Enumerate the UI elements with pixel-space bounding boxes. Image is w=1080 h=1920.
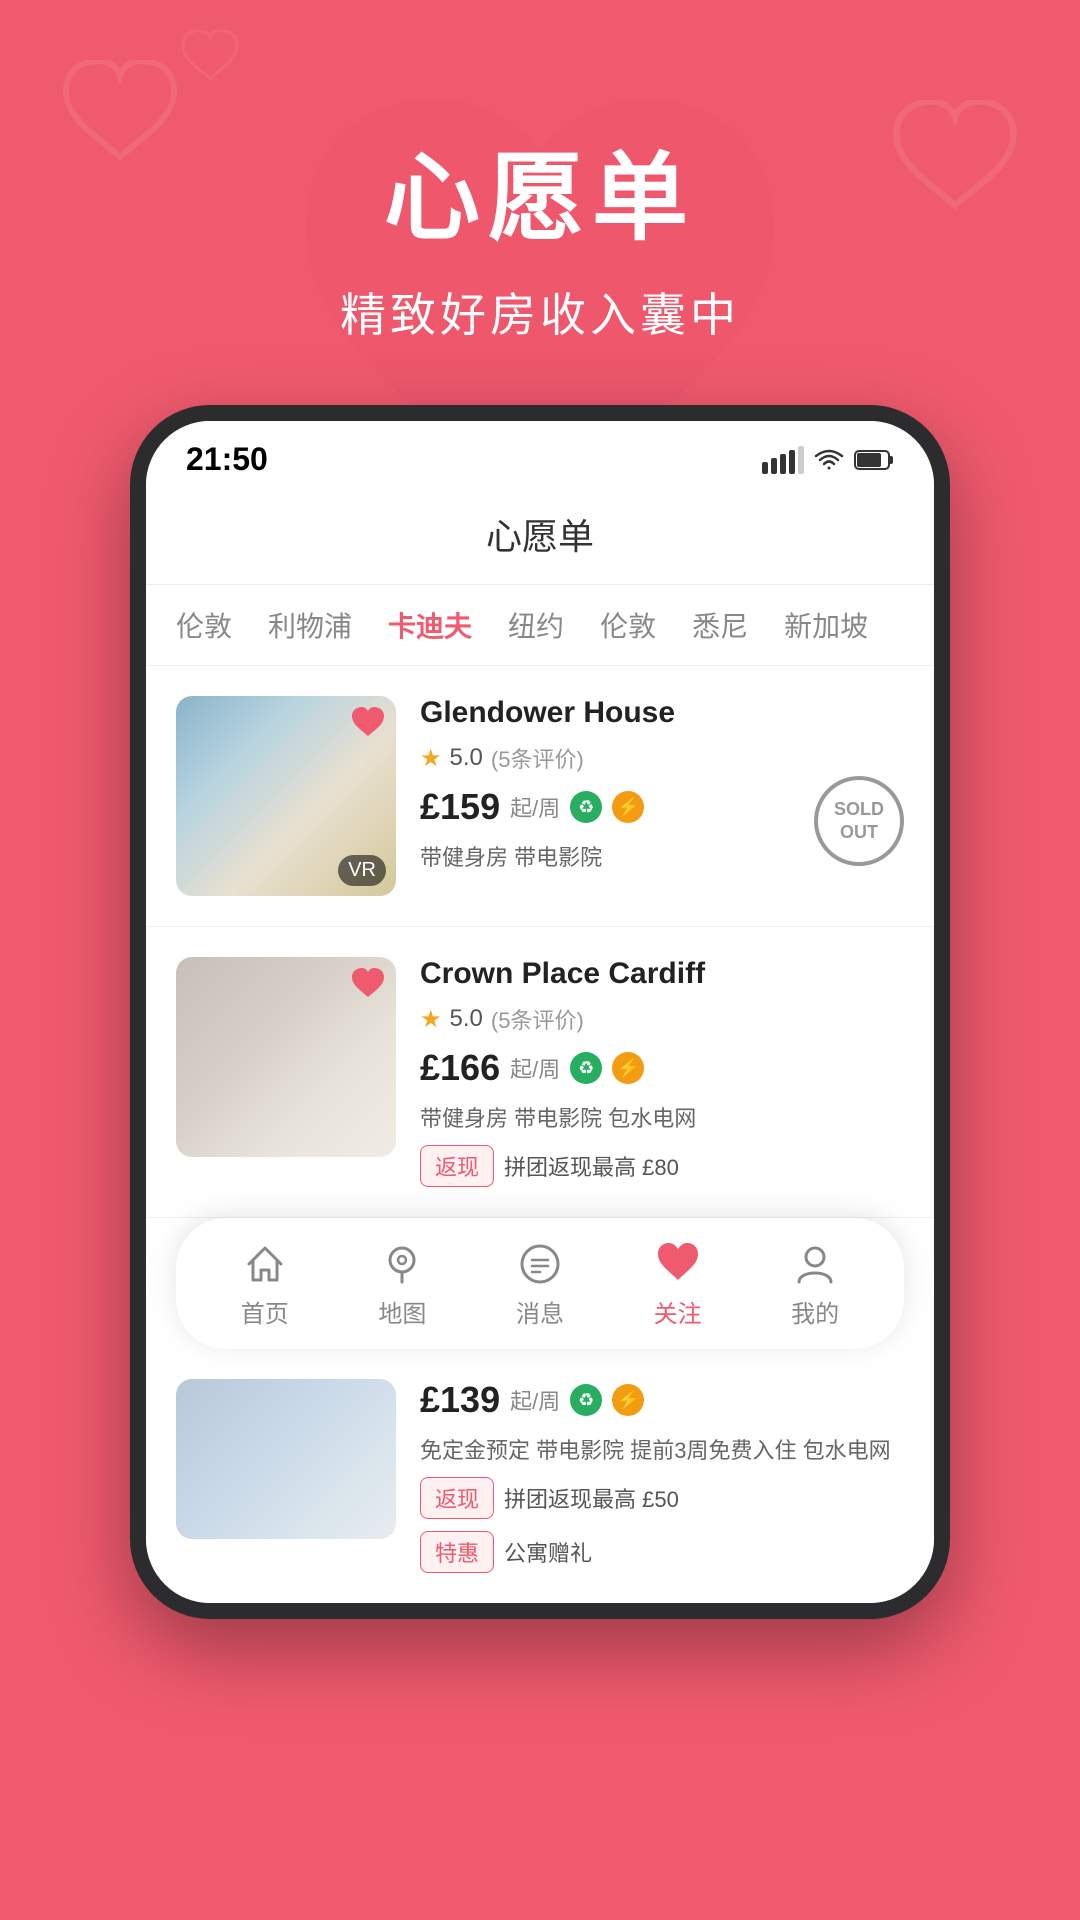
user-icon: [793, 1242, 837, 1286]
nav-label-wishlist: 关注: [654, 1294, 702, 1329]
tab-london1[interactable]: 伦敦: [176, 605, 232, 645]
listing-tags-3b: 特惠 公寓赠礼: [420, 1531, 904, 1573]
listing-features-3: 免定金预定 带电影院 提前3周免费入住 包水电网: [420, 1433, 904, 1465]
special-text-3: 公寓赠礼: [504, 1536, 592, 1568]
map-icon: [380, 1242, 424, 1286]
star-icon-2: ★: [420, 1005, 442, 1034]
price-main-2: £166: [420, 1047, 500, 1089]
sold-out-text: SOLDOUT: [834, 798, 884, 845]
status-time: 21:50: [186, 441, 268, 478]
nav-item-message[interactable]: 消息: [516, 1242, 564, 1329]
listing-tags-2: 返现 拼团返现最高 £80: [420, 1145, 904, 1187]
cashback-tag-3: 返现: [420, 1477, 494, 1519]
bottom-nav-bar: 首页 地图 消息: [176, 1218, 904, 1349]
sold-out-stamp: SOLDOUT: [814, 776, 904, 866]
battery-icon: [854, 449, 894, 471]
listing-card-3[interactable]: £139 起/周 ♻ ⚡ 免定金预定 带电影院 提前3周免费入住 包水电网 返现…: [146, 1349, 934, 1603]
phone-screen: 21:50: [130, 405, 950, 1619]
eco-icon-3: ♻: [570, 1384, 602, 1416]
hero-title: 心愿单: [0, 120, 1080, 259]
phone-mockup: 21:50: [130, 405, 950, 1619]
flash-icon-1: ⚡: [612, 791, 644, 823]
page-title: 心愿单: [486, 516, 594, 557]
listing-info-3: £139 起/周 ♻ ⚡ 免定金预定 带电影院 提前3周免费入住 包水电网 返现…: [420, 1379, 904, 1573]
listing-rating-2: ★ 5.0 (5条评价): [420, 1003, 904, 1035]
nav-label-home: 首页: [241, 1294, 289, 1329]
nav-item-profile[interactable]: 我的: [791, 1242, 839, 1329]
nav-label-profile: 我的: [791, 1294, 839, 1329]
listing-image-1: VR: [176, 696, 396, 896]
signal-icon: [762, 446, 804, 474]
listing-card-2[interactable]: Crown Place Cardiff ★ 5.0 (5条评价) £166 起/…: [146, 927, 934, 1218]
price-unit-2: 起/周: [510, 1052, 560, 1084]
tab-sydney[interactable]: 悉尼: [692, 605, 748, 645]
cashback-tag-2: 返现: [420, 1145, 494, 1187]
hero-subtitle: 精致好房收入囊中: [0, 279, 1080, 345]
rating-count-2: (5条评价): [491, 1003, 584, 1035]
tab-liverpool[interactable]: 利物浦: [268, 605, 352, 645]
listing-image-2: [176, 957, 396, 1157]
listing-name-1: Glendower House: [420, 696, 904, 730]
tab-london2[interactable]: 伦敦: [600, 605, 656, 645]
tabs-row[interactable]: 伦敦 利物浦 卡迪夫 纽约 伦敦 悉尼 新加坡: [146, 585, 934, 666]
tab-newyork[interactable]: 纽约: [508, 605, 564, 645]
rating-score-2: 5.0: [450, 1005, 483, 1033]
tab-cardiff[interactable]: 卡迪夫: [388, 605, 472, 645]
listing-image-3: [176, 1379, 396, 1539]
listing-price-3: £139 起/周 ♻ ⚡: [420, 1379, 904, 1421]
wishlist-heart-1[interactable]: [350, 706, 386, 749]
nav-item-wishlist[interactable]: 关注: [654, 1242, 702, 1329]
price-main-1: £159: [420, 786, 500, 828]
status-bar: 21:50: [146, 421, 934, 488]
nav-header: 心愿单: [146, 488, 934, 585]
hero-section: 心愿单 精致好房收入囊中: [0, 0, 1080, 345]
listing-price-2: £166 起/周 ♻ ⚡: [420, 1047, 904, 1089]
listing-features-2: 带健身房 带电影院 包水电网: [420, 1101, 904, 1133]
flash-icon-2: ⚡: [612, 1052, 644, 1084]
wishlist-heart-2[interactable]: [350, 967, 386, 1010]
listing-tags-3a: 返现 拼团返现最高 £50: [420, 1477, 904, 1519]
nav-item-map[interactable]: 地图: [378, 1242, 426, 1329]
cashback-text-2: 拼团返现最高 £80: [504, 1150, 679, 1182]
price-unit-3: 起/周: [510, 1384, 560, 1416]
cashback-text-3: 拼团返现最高 £50: [504, 1482, 679, 1514]
message-icon: [518, 1242, 562, 1286]
star-icon-1: ★: [420, 744, 442, 773]
vr-badge: VR: [338, 855, 386, 886]
tab-singapore[interactable]: 新加坡: [784, 605, 868, 645]
listing-rating-1: ★ 5.0 (5条评价): [420, 742, 904, 774]
nav-label-message: 消息: [516, 1294, 564, 1329]
heart-icon-active: [656, 1242, 700, 1286]
price-unit-1: 起/周: [510, 791, 560, 823]
listing-info-2: Crown Place Cardiff ★ 5.0 (5条评价) £166 起/…: [420, 957, 904, 1187]
rating-score-1: 5.0: [450, 744, 483, 772]
listing-card-1[interactable]: VR Glendower House ★ 5.0 (5条评价) £159 起/: [146, 666, 934, 927]
listing-name-2: Crown Place Cardiff: [420, 957, 904, 991]
wifi-icon: [814, 448, 844, 472]
eco-icon-2: ♻: [570, 1052, 602, 1084]
status-icons: [762, 446, 894, 474]
nav-label-map: 地图: [378, 1294, 426, 1329]
flash-icon-3: ⚡: [612, 1384, 644, 1416]
special-tag-3: 特惠: [420, 1531, 494, 1573]
nav-item-home[interactable]: 首页: [241, 1242, 289, 1329]
rating-count-1: (5条评价): [491, 742, 584, 774]
home-icon: [243, 1242, 287, 1286]
eco-icon-1: ♻: [570, 791, 602, 823]
price-main-3: £139: [420, 1379, 500, 1421]
